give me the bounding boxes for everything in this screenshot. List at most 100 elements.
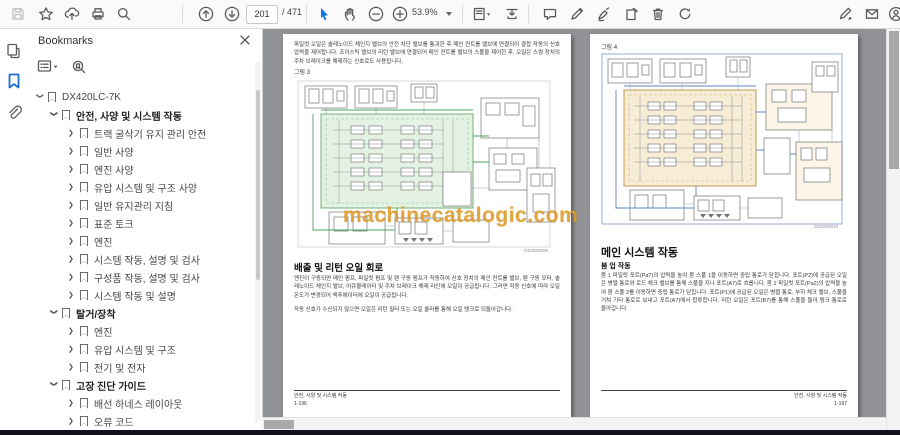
refresh-icon[interactable] bbox=[675, 4, 695, 24]
bookmark-item-label: 엔진 bbox=[94, 327, 113, 339]
chevron-right-icon[interactable]: ❯ bbox=[68, 363, 78, 371]
bookmark-item-4[interactable]: ❯ 엔진 사양 bbox=[28, 160, 254, 178]
bookmark-item-3[interactable]: ❯ 일반 사양 bbox=[28, 142, 254, 160]
trash-icon[interactable] bbox=[648, 4, 668, 24]
chevron-right-icon[interactable]: ❯ bbox=[68, 129, 78, 137]
zoom-in-icon[interactable] bbox=[390, 4, 410, 24]
chevron-right-icon[interactable]: ❯ bbox=[68, 201, 78, 209]
fill-and-sign-icon[interactable] bbox=[836, 4, 856, 24]
chevron-down-icon[interactable]: ❯ bbox=[50, 309, 58, 319]
bookmark-flag-icon bbox=[80, 397, 88, 409]
bookmark-item-15[interactable]: ❯ 전기 및 전자 bbox=[28, 358, 254, 376]
bookmark-item-label: 시스템 작동, 설명 및 검사 bbox=[94, 255, 200, 267]
page-thumbnails-icon[interactable] bbox=[5, 42, 23, 60]
bookmark-item-17[interactable]: ❯ 배선 하네스 레이아웃 bbox=[28, 394, 254, 412]
bookmark-item-14[interactable]: ❯ 유압 시스템 및 구조 bbox=[28, 340, 254, 358]
left-figure-label: 그림 3 bbox=[294, 70, 311, 76]
zoom-level-label[interactable]: 53.9% bbox=[412, 7, 438, 17]
bookmarks-tree: ❯ DX420LC-7K ❯ 안전, 사양 및 시스템 작동 ❯ 트랙 굴삭기 유지 관리… bbox=[28, 88, 254, 430]
star-icon[interactable] bbox=[36, 4, 56, 24]
next-page-icon[interactable] bbox=[222, 4, 242, 24]
bookmark-flag-icon bbox=[80, 325, 88, 337]
pdf-page-left[interactable]: 파일럿 오일은 솔레노이드 체인지 밸브의 안전 차단 밸브를 통과한 후 메인… bbox=[283, 34, 578, 417]
chevron-right-icon[interactable]: ❯ bbox=[68, 147, 78, 155]
chevron-down-icon[interactable]: ❯ bbox=[36, 93, 44, 103]
bookmark-item-label: 시스템 작동 및 설명 bbox=[94, 291, 176, 303]
bookmark-item-7[interactable]: ❯ 표준 토크 bbox=[28, 214, 254, 232]
document-view[interactable]: 파일럿 오일은 솔레노이드 체인지 밸브의 안전 차단 밸브를 통과한 후 메인… bbox=[262, 28, 886, 430]
bookmarks-panel-icon[interactable] bbox=[5, 72, 23, 90]
attachments-icon[interactable] bbox=[5, 104, 23, 122]
bookmark-item-0[interactable]: ❯ DX420LC-7K bbox=[28, 88, 254, 106]
hand-tool-icon[interactable] bbox=[340, 4, 360, 24]
bookmark-item-label: 유압 시스템 및 구조 bbox=[94, 345, 176, 357]
page-number-input[interactable]: 201 bbox=[246, 5, 278, 24]
bookmark-item-8[interactable]: ❯ 엔진 bbox=[28, 232, 254, 250]
bookmark-item-12[interactable]: ❯ 탈거/장착 bbox=[28, 304, 254, 322]
bookmarks-panel-header: Bookmarks bbox=[28, 28, 262, 54]
bookmark-item-label: 오류 코드 bbox=[94, 417, 134, 429]
bookmarks-scrollbar[interactable] bbox=[255, 62, 261, 422]
bookmark-item-2[interactable]: ❯ 트랙 굴삭기 유지 관리 안전 bbox=[28, 124, 254, 142]
bookmark-item-11[interactable]: ❯ 시스템 작동 및 설명 bbox=[28, 286, 254, 304]
fit-width-icon[interactable] bbox=[502, 4, 522, 24]
chevron-right-icon[interactable]: ❯ bbox=[68, 327, 78, 335]
bookmark-item-13[interactable]: ❯ 엔진 bbox=[28, 322, 254, 340]
cloud-upload-icon[interactable] bbox=[62, 4, 82, 24]
fit-page-icon[interactable] bbox=[472, 4, 492, 24]
bookmark-item-1[interactable]: ❯ 안전, 사양 및 시스템 작동 bbox=[28, 106, 254, 124]
bookmark-item-6[interactable]: ❯ 일반 유지관리 지침 bbox=[28, 196, 254, 214]
email-icon[interactable] bbox=[862, 4, 882, 24]
zoom-out-icon[interactable] bbox=[366, 4, 386, 24]
horizontal-scrollbar[interactable] bbox=[262, 417, 886, 431]
bookmark-item-16[interactable]: ❯ 고장 진단 가이드 bbox=[28, 376, 254, 394]
chevron-right-icon[interactable]: ❯ bbox=[68, 255, 78, 263]
bookmark-flag-icon bbox=[80, 199, 88, 211]
chevron-right-icon[interactable]: ❯ bbox=[68, 273, 78, 281]
bookmark-item-5[interactable]: ❯ 유압 시스템 및 구조 사양 bbox=[28, 178, 254, 196]
rotate-pages-icon[interactable] bbox=[621, 4, 641, 24]
horizontal-scrollbar-thumb[interactable] bbox=[264, 420, 294, 429]
bookmark-item-18[interactable]: ❯ 오류 코드 bbox=[28, 412, 254, 430]
chevron-right-icon[interactable]: ❯ bbox=[68, 183, 78, 191]
left-footer-rule bbox=[294, 390, 560, 391]
vertical-scrollbar-thumb[interactable] bbox=[889, 31, 899, 169]
chevron-right-icon[interactable]: ❯ bbox=[68, 417, 78, 425]
chevron-right-icon[interactable]: ❯ bbox=[68, 291, 78, 299]
account-icon[interactable] bbox=[886, 4, 900, 24]
left-diagram-code: DS2000006 bbox=[524, 248, 548, 253]
select-tool-icon[interactable] bbox=[314, 4, 334, 24]
bookmark-item-9[interactable]: ❯ 시스템 작동, 설명 및 검사 bbox=[28, 250, 254, 268]
print-icon[interactable] bbox=[88, 4, 108, 24]
chevron-right-icon[interactable]: ❯ bbox=[68, 237, 78, 245]
pdf-viewer-window: 201 / 471 53.9% Bookmarks ❯ DX420LC-7K ❯… bbox=[0, 0, 900, 435]
search-icon[interactable] bbox=[114, 4, 134, 24]
previous-page-icon[interactable] bbox=[196, 4, 216, 24]
close-icon[interactable] bbox=[238, 33, 252, 47]
bookmarks-panel-title: Bookmarks bbox=[38, 35, 94, 47]
comment-icon[interactable] bbox=[540, 4, 560, 24]
save-icon[interactable] bbox=[8, 4, 28, 24]
right-footer-rule bbox=[601, 390, 847, 391]
left-page-body-1: 엔진이 구동되면 메인 펌프, 파일럿 펌프 및 팬 구동 펌프가 작동하여 신… bbox=[294, 276, 560, 299]
chevron-down-icon[interactable]: ❯ bbox=[50, 111, 58, 121]
left-page-footer: 안전, 사양 및 시스템 작동 1-196 bbox=[294, 393, 560, 408]
chevron-right-icon[interactable]: ❯ bbox=[68, 399, 78, 407]
vertical-scrollbar[interactable] bbox=[886, 28, 900, 430]
expand-bookmarks-icon[interactable] bbox=[70, 58, 92, 78]
page-total-label: / 471 bbox=[282, 7, 303, 17]
bookmark-options-icon[interactable] bbox=[36, 58, 58, 78]
chevron-right-icon[interactable]: ❯ bbox=[68, 165, 78, 173]
left-page-intro-text: 파일럿 오일은 솔레노이드 체인지 밸브의 안전 차단 밸브를 통과한 후 메인… bbox=[294, 42, 560, 65]
bookmarks-scrollbar-thumb[interactable] bbox=[256, 90, 260, 280]
pencil-icon[interactable] bbox=[567, 4, 587, 24]
bookmark-item-10[interactable]: ❯ 구성품 작동, 설명 및 검사 bbox=[28, 268, 254, 286]
zoom-dropdown-caret[interactable] bbox=[446, 12, 452, 16]
chevron-right-icon[interactable]: ❯ bbox=[68, 219, 78, 227]
right-page-heading: 메인 시스템 작동 bbox=[601, 247, 678, 259]
bookmarks-panel: Bookmarks ❯ DX420LC-7K ❯ 안전, 사양 및 시스템 작동 ❯ 트랙… bbox=[28, 28, 263, 430]
sign-pen-icon[interactable] bbox=[594, 4, 614, 24]
chevron-down-icon[interactable]: ❯ bbox=[50, 381, 58, 391]
pdf-page-right[interactable]: 그림 4 DS2000010 메인 시스템 작동 붐 업 작동 붐 1 파일럿 … bbox=[590, 34, 858, 417]
chevron-right-icon[interactable]: ❯ bbox=[68, 345, 78, 353]
